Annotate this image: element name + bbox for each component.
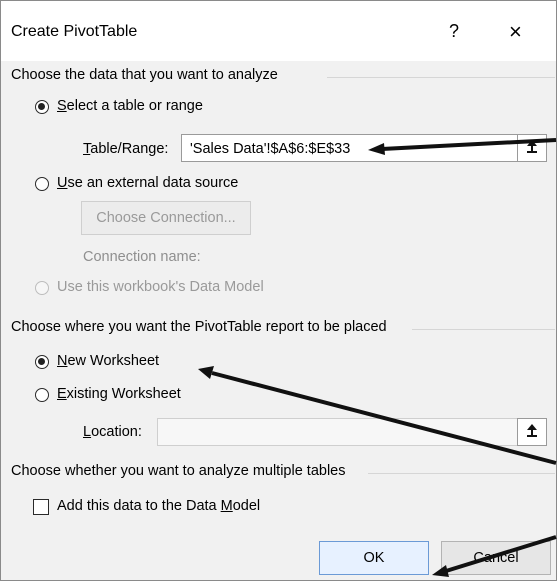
label-existing-worksheet: Existing Worksheet [57,386,181,402]
label-new-worksheet-accel: N [57,353,68,369]
label-external-source-accel: U [57,175,68,191]
choose-connection-button[interactable]: Choose Connection... [81,201,251,235]
label-existing-worksheet-rest: xisting Worksheet [66,386,181,402]
close-button[interactable]: × [509,19,522,45]
section-data-title: Choose the data that you want to analyze [11,67,278,83]
section-multiple-tables-title: Choose whether you want to analyze multi… [11,463,346,479]
label-existing-worksheet-accel: E [57,386,67,402]
label-add-to-data-model-prefix: Add this data to the Data [57,498,221,514]
label-external-source-rest: se an external data source [67,175,239,191]
radio-select-table-range[interactable] [35,100,49,114]
table-range-label: Table/Range: [83,141,168,157]
table-range-collapse-button[interactable] [517,134,547,162]
radio-existing-worksheet[interactable] [35,388,49,402]
location-collapse-button[interactable] [517,418,547,446]
cancel-button[interactable]: Cancel [441,541,551,575]
table-range-input[interactable]: 'Sales Data'!$A$6:$E$33 [181,134,518,162]
dialog-content: Choose the data that you want to analyze… [1,61,556,580]
add-to-data-model-checkbox[interactable] [33,499,49,515]
label-external-source: Use an external data source [57,175,238,191]
label-select-table-range-accel: S [57,98,67,114]
label-add-to-data-model-accel: M [220,498,233,514]
dialog-titlebar: Create PivotTable ? × [1,1,556,61]
section-placement-title: Choose where you want the PivotTable rep… [11,319,387,335]
section-divider [368,473,555,474]
location-label-rest: ocation: [91,424,142,440]
up-arrow-icon [524,422,540,443]
label-data-model: Use this workbook's Data Model [57,279,264,295]
location-label-accel: L [83,424,92,440]
label-add-to-data-model-rest: odel [232,498,261,514]
ok-button[interactable]: OK [319,541,429,575]
location-label: Location: [83,424,142,440]
label-new-worksheet-rest: ew Worksheet [67,353,160,369]
radio-external-source[interactable] [35,177,49,191]
section-divider [327,77,555,78]
label-add-to-data-model: Add this data to the Data Model [57,498,260,514]
label-select-table-range: Select a table or range [57,98,203,114]
radio-data-model[interactable] [35,281,49,295]
label-select-table-range-rest: elect a table or range [66,98,203,114]
label-new-worksheet: New Worksheet [57,353,159,369]
help-button[interactable]: ? [449,21,459,42]
up-arrow-icon [524,138,540,159]
radio-new-worksheet[interactable] [35,355,49,369]
connection-name-label: Connection name: [83,249,201,265]
section-divider [412,329,555,330]
dialog-title: Create PivotTable [11,23,138,40]
table-range-label-rest: able/Range: [90,141,169,157]
location-input[interactable] [157,418,518,446]
